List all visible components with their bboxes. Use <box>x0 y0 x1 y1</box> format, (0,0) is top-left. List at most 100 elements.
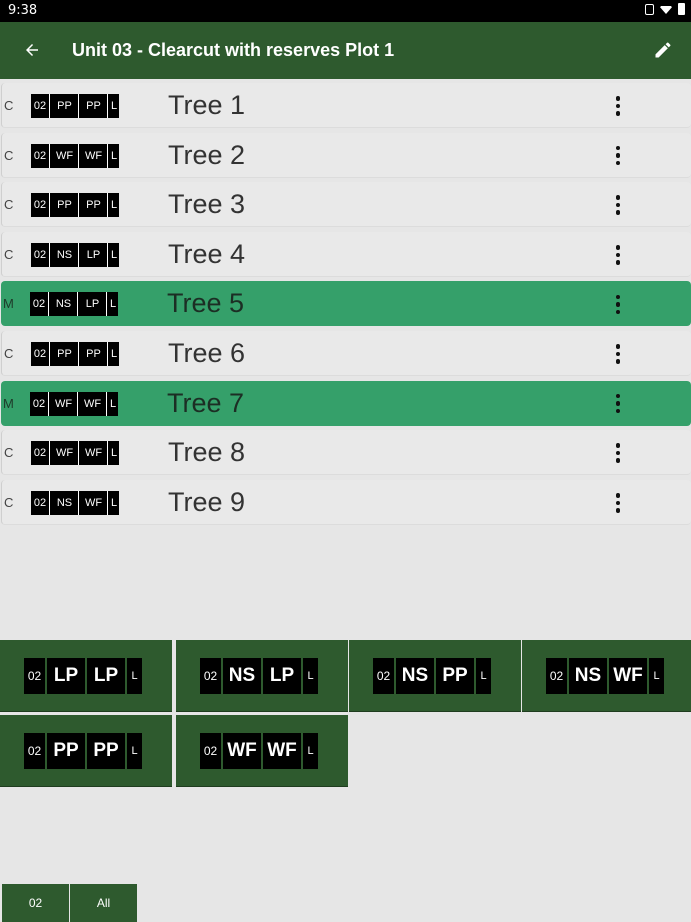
tree-status-label: C <box>4 345 14 361</box>
combo-tag: PP <box>436 658 474 694</box>
tree-tag: L <box>109 143 119 168</box>
wifi-icon <box>659 6 673 14</box>
tree-species-tags: 02 WF WF L <box>30 391 118 416</box>
combo-tag: L <box>476 658 491 694</box>
tree-status-label: M <box>3 296 14 312</box>
tab-all[interactable]: All <box>70 884 137 922</box>
tree-tag: 02 <box>31 490 50 515</box>
tree-tag: 02 <box>30 391 49 416</box>
more-vertical-icon[interactable] <box>608 440 628 466</box>
combo-tags: 02 LP LP L <box>24 658 142 694</box>
tree-tag: 02 <box>31 441 50 466</box>
species-combo-button[interactable]: 02 PP PP L <box>0 715 172 787</box>
app-bar: Unit 03 - Clearcut with reserves Plot 1 <box>0 22 691 79</box>
tree-row[interactable]: C 02 PP PP L Tree 6 <box>1 330 691 376</box>
tree-row[interactable]: C 02 PP PP L Tree 3 <box>1 182 691 228</box>
more-vertical-icon[interactable] <box>608 391 628 417</box>
combo-tag: L <box>303 658 318 694</box>
more-vertical-icon[interactable] <box>608 490 628 516</box>
tree-status-label: M <box>3 395 14 411</box>
tree-tag: LP <box>80 242 108 267</box>
more-vertical-icon[interactable] <box>608 192 628 218</box>
tree-tag: L <box>109 490 119 515</box>
tree-tag: L <box>109 94 119 118</box>
tree-row[interactable]: C 02 WF WF L Tree 8 <box>1 430 691 476</box>
tree-tag: L <box>109 242 119 267</box>
tree-row[interactable]: C 02 WF WF L Tree 2 <box>1 132 691 178</box>
combo-tags: 02 NS WF L <box>546 658 664 694</box>
more-vertical-icon[interactable] <box>608 143 628 169</box>
species-combo-button[interactable]: 02 NS WF L <box>522 640 691 712</box>
more-vertical-icon[interactable] <box>608 242 628 268</box>
combo-tag: LP <box>263 658 301 694</box>
more-vertical-icon[interactable] <box>608 341 628 367</box>
combo-tag: PP <box>47 733 85 769</box>
tree-tag: PP <box>80 94 108 118</box>
tree-species-tags: 02 NS WF L <box>31 490 119 515</box>
tree-tag: 02 <box>31 242 50 267</box>
combo-tag: 02 <box>24 733 45 769</box>
combo-tag: L <box>127 733 142 769</box>
species-combo-button[interactable]: 02 NS PP L <box>349 640 521 712</box>
tree-row[interactable]: C 02 NS LP L Tree 4 <box>1 231 691 277</box>
tree-tag: WF <box>79 391 107 416</box>
tree-tag: 02 <box>31 143 50 168</box>
tree-tag: L <box>108 292 118 317</box>
combo-tag: WF <box>263 733 301 769</box>
tree-tag: WF <box>80 490 108 515</box>
tree-name: Tree 3 <box>168 189 246 220</box>
tree-tag: L <box>108 391 118 416</box>
tree-status-label: C <box>4 147 14 163</box>
tree-tag: PP <box>51 94 79 118</box>
tree-tag: PP <box>80 341 108 366</box>
tree-species-tags: 02 NS LP L <box>31 242 119 267</box>
combo-tag: L <box>649 658 664 694</box>
tree-name: Tree 7 <box>167 387 245 418</box>
tree-row[interactable]: C 02 NS WF L Tree 9 <box>1 479 691 525</box>
combo-tag: 02 <box>200 733 221 769</box>
tree-name: Tree 6 <box>168 337 246 368</box>
status-bar: 9:38 <box>0 0 691 22</box>
tree-species-tags: 02 WF WF L <box>31 143 119 168</box>
tree-tag: L <box>109 193 119 218</box>
tree-name: Tree 2 <box>168 139 246 170</box>
more-vertical-icon[interactable] <box>608 93 628 119</box>
tree-tag: 02 <box>30 292 49 317</box>
combo-tag: 02 <box>373 658 394 694</box>
combo-tag: 02 <box>200 658 221 694</box>
pencil-icon <box>655 42 671 58</box>
tree-status-label: C <box>4 445 14 461</box>
tree-row[interactable]: M 02 NS LP L Tree 5 <box>1 281 691 327</box>
tree-species-tags: 02 PP PP L <box>31 193 119 218</box>
tree-tag: WF <box>51 143 79 168</box>
more-vertical-icon[interactable] <box>608 291 628 317</box>
tree-tag: NS <box>51 490 79 515</box>
combo-tag: WF <box>609 658 647 694</box>
tree-tag: PP <box>80 193 108 218</box>
combo-tag: LP <box>47 658 85 694</box>
back-button[interactable] <box>18 36 46 64</box>
tree-species-tags: 02 NS LP L <box>30 292 118 317</box>
combo-tag: L <box>303 733 318 769</box>
bottom-tabs: 02 All <box>2 884 137 922</box>
species-combo-button[interactable]: 02 NS LP L <box>176 640 348 712</box>
tree-tag: PP <box>51 193 79 218</box>
arrow-left-icon <box>26 44 38 56</box>
tree-row[interactable]: M 02 WF WF L Tree 7 <box>1 380 691 426</box>
tree-row[interactable]: C 02 PP PP L Tree 1 <box>1 83 691 128</box>
species-combo-button[interactable]: 02 WF WF L <box>176 715 348 787</box>
combo-tags: 02 PP PP L <box>24 733 142 769</box>
edit-button[interactable] <box>649 36 677 64</box>
tree-name: Tree 8 <box>168 437 246 468</box>
tree-name: Tree 5 <box>167 288 245 319</box>
tree-species-tags: 02 PP PP L <box>31 341 119 366</box>
combo-tags: 02 WF WF L <box>200 733 318 769</box>
species-combo-button[interactable]: 02 LP LP L <box>0 640 172 712</box>
tab-02[interactable]: 02 <box>2 884 69 922</box>
combo-tag: 02 <box>24 658 45 694</box>
combo-tag: L <box>127 658 142 694</box>
combo-tag: WF <box>223 733 261 769</box>
page-title: Unit 03 - Clearcut with reserves Plot 1 <box>72 40 395 60</box>
tree-tag: NS <box>50 292 78 317</box>
tree-tag: WF <box>50 391 78 416</box>
